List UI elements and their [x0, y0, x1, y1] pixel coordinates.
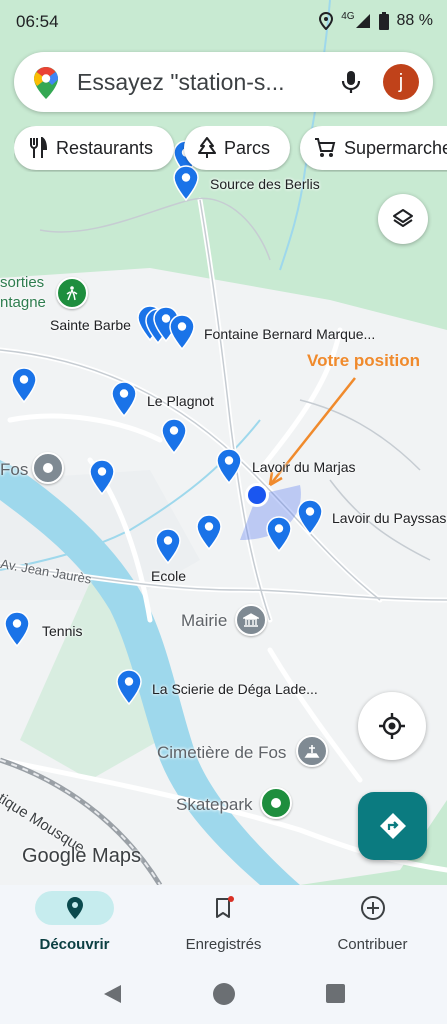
google-maps-attribution: Google Maps: [22, 845, 141, 867]
map-label-fontaine[interactable]: Fontaine Bernard Marque...: [204, 326, 375, 342]
map-label-source[interactable]: Source des Berlis: [210, 176, 320, 192]
map-pin-icon[interactable]: [116, 669, 142, 706]
tab-decouvrir[interactable]: Découvrir: [0, 885, 149, 965]
tree-icon: [198, 137, 216, 158]
search-bar[interactable]: Essayez "station-s... j: [14, 52, 433, 112]
map-pin-icon[interactable]: [196, 514, 222, 551]
chip-restaurants[interactable]: Restaurants: [14, 126, 174, 170]
chip-supermarche[interactable]: Supermarche: [300, 126, 447, 170]
map-pin-icon[interactable]: [161, 418, 187, 455]
tab-label: Contribuer: [337, 936, 408, 953]
map-pin-icon[interactable]: [297, 499, 323, 536]
map-label-tennis[interactable]: Tennis: [42, 623, 82, 639]
map-label-lavoir-payssas[interactable]: Lavoir du Payssas: [332, 510, 446, 526]
cart-icon: [315, 138, 336, 157]
microphone-icon[interactable]: [336, 67, 366, 97]
map-label-ecole[interactable]: Ecole: [151, 568, 186, 584]
hiking-icon[interactable]: [56, 277, 88, 309]
map-pin-icon[interactable]: [266, 516, 292, 553]
tab-enregistres[interactable]: Enregistrés: [149, 885, 298, 965]
home-icon[interactable]: [213, 983, 235, 1005]
location-icon: [319, 12, 334, 30]
layers-button[interactable]: [378, 194, 428, 244]
map-pin-icon[interactable]: [89, 459, 115, 496]
map-pin-icon[interactable]: [4, 611, 30, 648]
map-label-scierie[interactable]: La Scierie de Déga Lade...: [152, 681, 318, 697]
directions-icon: [379, 813, 406, 839]
cemetery-icon[interactable]: [296, 735, 328, 767]
recents-icon[interactable]: [326, 984, 345, 1003]
map-label-lavoir-marjas[interactable]: Lavoir du Marjas: [252, 459, 356, 475]
map-label-fos[interactable]: Fos: [0, 460, 28, 480]
town-icon[interactable]: [32, 452, 64, 484]
park-icon[interactable]: [260, 787, 292, 819]
network-label: 4G: [341, 10, 355, 22]
battery-icon: [378, 12, 389, 30]
bottom-navigation: Découvrir Enregistrés Contribuer: [0, 885, 447, 965]
map-pin-icon[interactable]: [216, 448, 242, 485]
annotation-votre-position: Votre position: [307, 351, 421, 370]
map-label-plagnot[interactable]: Le Plagnot: [147, 393, 214, 409]
map-label-montagne[interactable]: ntagne: [0, 294, 46, 311]
map-pin-icon[interactable]: [155, 528, 181, 565]
search-input[interactable]: Essayez "station-s...: [77, 69, 317, 96]
explore-pin-icon: [66, 897, 83, 919]
battery-level: 88 %: [396, 12, 433, 29]
map-label-sorties[interactable]: sorties: [0, 274, 44, 291]
my-location-button[interactable]: [358, 692, 426, 760]
map-label-mairie[interactable]: Mairie: [181, 611, 227, 631]
bookmark-icon: [215, 896, 234, 918]
map-pin-icon[interactable]: [111, 381, 137, 418]
chip-label: Parcs: [224, 137, 271, 158]
fork-knife-icon: [30, 137, 48, 158]
map-label-sainte-barbe[interactable]: Sainte Barbe: [50, 317, 131, 333]
back-icon[interactable]: [101, 983, 123, 1005]
chip-label: Restaurants: [56, 137, 154, 158]
status-bar: 06:54 4G 88 %: [0, 0, 447, 44]
chip-label: Supermarche: [344, 137, 447, 158]
google-maps-logo-icon: [34, 67, 58, 99]
tab-contribuer[interactable]: Contribuer: [298, 885, 447, 965]
tab-label: Enregistrés: [185, 936, 262, 953]
crosshair-icon: [379, 713, 405, 739]
townhall-icon[interactable]: [235, 604, 267, 636]
status-time: 06:54: [16, 12, 59, 31]
directions-button[interactable]: [358, 792, 427, 860]
signal-icon: [355, 14, 370, 28]
chip-parcs[interactable]: Parcs: [184, 126, 290, 170]
map-pin-icon[interactable]: [169, 314, 195, 351]
map-pin-icon[interactable]: [11, 367, 37, 404]
tab-label: Découvrir: [39, 936, 110, 953]
category-chips: Restaurants Parcs Supermarche: [14, 126, 447, 172]
add-circle-icon: [360, 896, 385, 920]
avatar[interactable]: j: [383, 64, 419, 100]
map-label-skatepark[interactable]: Skatepark: [176, 795, 253, 815]
layers-icon: [393, 209, 413, 227]
map-label-cimetiere[interactable]: Cimetière de Fos: [157, 743, 286, 763]
system-navigation-bar: [0, 965, 447, 1024]
